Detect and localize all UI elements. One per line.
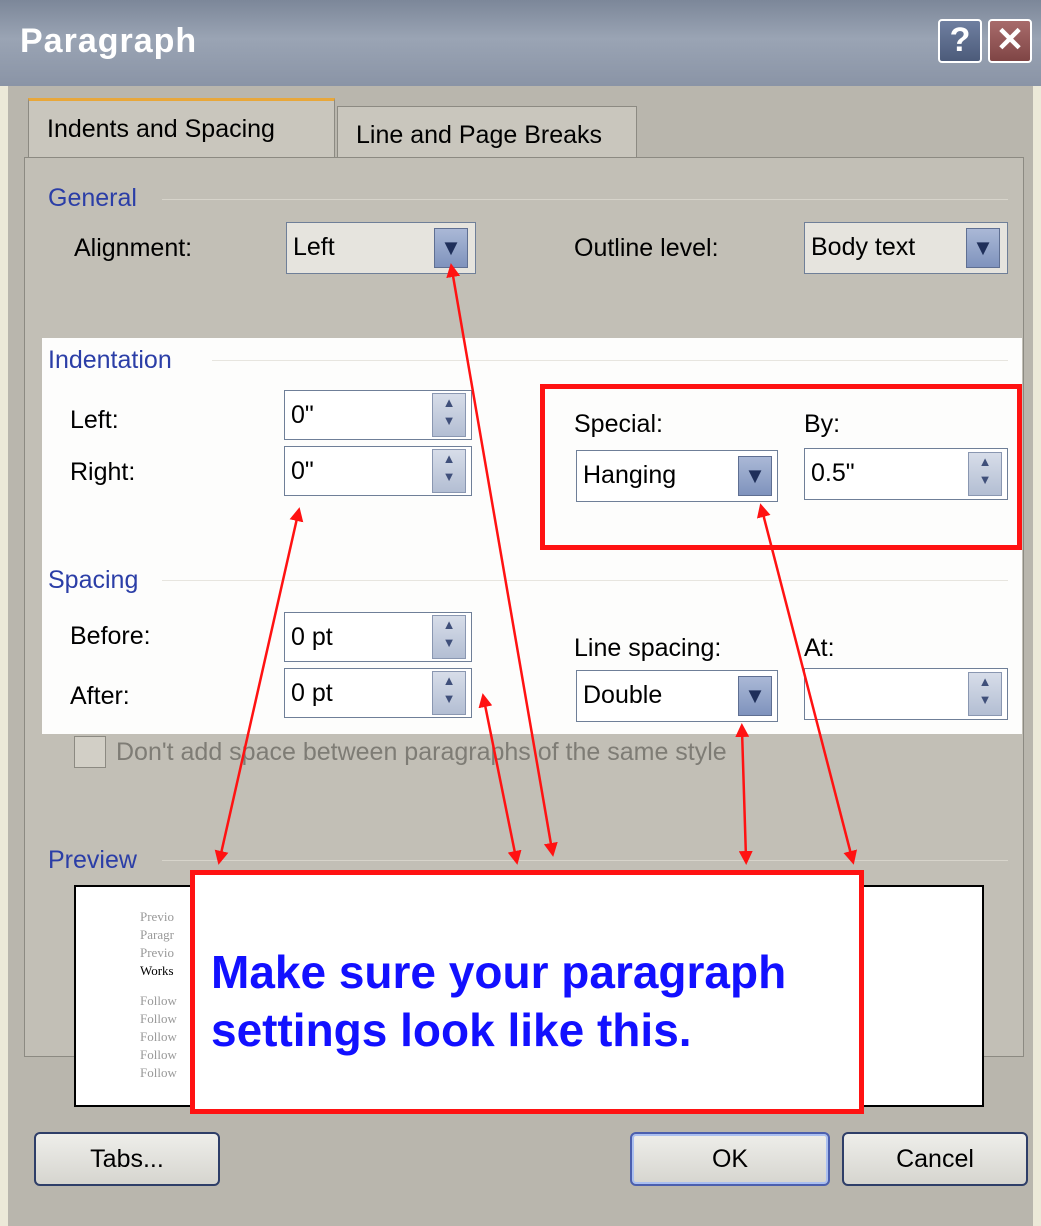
- callout-line-1: Make sure your paragraph: [211, 946, 787, 998]
- arrow-line-spacing: [735, 723, 753, 865]
- arrow-special: [756, 503, 858, 865]
- callout-line-2: settings look like this.: [211, 1004, 692, 1056]
- annotation-callout: Make sure your paragraph settings look l…: [190, 870, 864, 1114]
- cancel-button[interactable]: Cancel: [842, 1132, 1028, 1186]
- tabs-button[interactable]: Tabs...: [34, 1132, 220, 1186]
- arrow-alignment: [446, 263, 558, 857]
- ok-button[interactable]: OK: [630, 1132, 830, 1186]
- callout-text: Make sure your paragraph settings look l…: [211, 943, 859, 1059]
- arrow-indent-right: [214, 507, 304, 865]
- arrow-spacing-after: [478, 693, 522, 865]
